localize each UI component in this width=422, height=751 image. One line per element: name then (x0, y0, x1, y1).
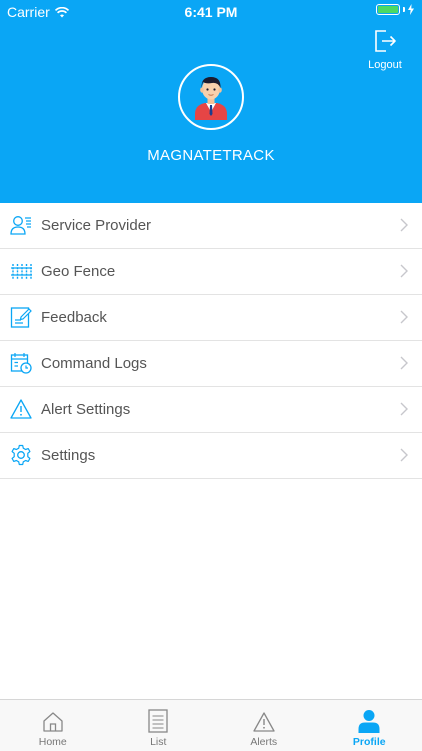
menu-item-label: Geo Fence (41, 263, 115, 280)
settings-icon (10, 444, 32, 466)
tab-label: Home (39, 736, 67, 748)
profile-menu: Service Provider Geo Fence Feedback (0, 203, 422, 479)
tab-alerts[interactable]: Alerts (211, 700, 317, 751)
menu-item-service-provider[interactable]: Service Provider (0, 203, 422, 249)
tab-label: List (150, 736, 166, 748)
status-bar: Carrier 6:41 PM (0, 0, 422, 22)
tab-label: Profile (353, 736, 386, 748)
menu-item-label: Feedback (41, 309, 107, 326)
service-provider-icon (10, 214, 32, 236)
feedback-icon (10, 306, 32, 328)
menu-item-settings[interactable]: Settings (0, 433, 422, 479)
chevron-right-icon (400, 264, 408, 278)
battery-indicator (376, 4, 414, 15)
tab-list[interactable]: List (106, 700, 212, 751)
chevron-right-icon (400, 310, 408, 324)
tab-label: Alerts (250, 736, 277, 748)
alerts-icon (253, 711, 275, 733)
menu-item-feedback[interactable]: Feedback (0, 295, 422, 341)
logout-button[interactable]: Logout (364, 29, 406, 71)
battery-icon (376, 4, 400, 15)
tab-bar: Home List Alerts Profile (0, 699, 422, 751)
alert-settings-icon (10, 398, 32, 420)
menu-item-label: Service Provider (41, 217, 151, 234)
profile-username: MAGNATETRACK (0, 147, 422, 164)
charging-icon (408, 4, 414, 15)
tab-profile[interactable]: Profile (317, 700, 422, 751)
chevron-right-icon (400, 448, 408, 462)
logout-icon (373, 29, 397, 53)
geo-fence-icon (10, 260, 32, 282)
tab-home[interactable]: Home (0, 700, 106, 751)
menu-item-geo-fence[interactable]: Geo Fence (0, 249, 422, 295)
logout-label: Logout (368, 59, 402, 71)
home-icon (42, 711, 64, 733)
menu-item-label: Settings (41, 447, 95, 464)
list-icon (148, 709, 168, 733)
user-avatar-icon (191, 74, 231, 120)
menu-item-label: Alert Settings (41, 401, 130, 418)
chevron-right-icon (400, 356, 408, 370)
status-time: 6:41 PM (0, 4, 422, 20)
menu-item-label: Command Logs (41, 355, 147, 372)
menu-item-command-logs[interactable]: Command Logs (0, 341, 422, 387)
command-logs-icon (10, 352, 32, 374)
avatar[interactable] (178, 64, 244, 130)
chevron-right-icon (400, 218, 408, 232)
menu-item-alert-settings[interactable]: Alert Settings (0, 387, 422, 433)
chevron-right-icon (400, 402, 408, 416)
profile-icon (358, 709, 380, 733)
profile-header: Carrier 6:41 PM Logout (0, 0, 422, 203)
